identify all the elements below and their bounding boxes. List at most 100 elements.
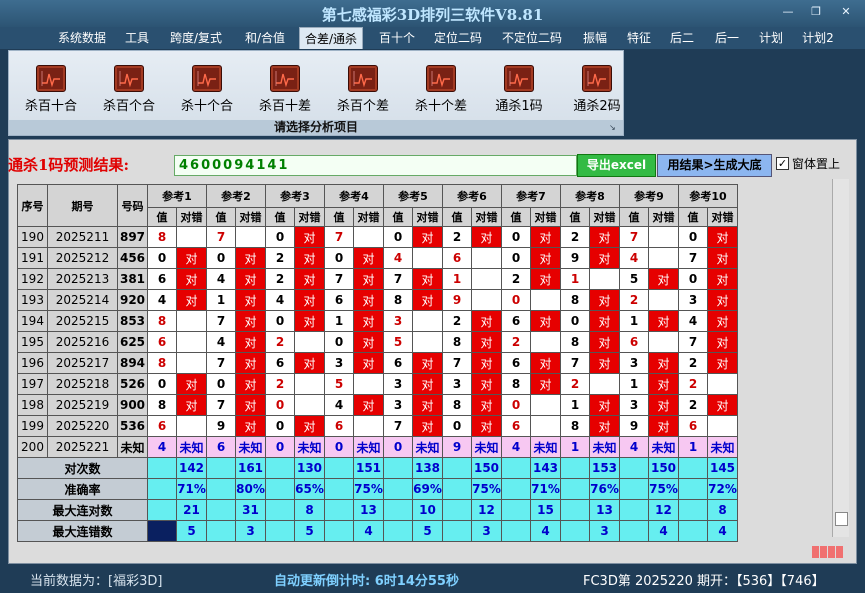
stats-value: 3 [235, 520, 266, 542]
scrollbar-thumb[interactable] [835, 512, 848, 526]
stats-spacer-cell [619, 478, 649, 500]
close-button[interactable]: ✕ [838, 5, 854, 19]
prediction-result-field[interactable]: 4600094141 [174, 155, 577, 176]
ref-value-cell: 2 [501, 331, 531, 353]
ref-value-cell: 2 [265, 373, 295, 395]
hit-cell: 对 [648, 415, 679, 437]
status-bar: 当前数据为：[福彩3D] 自动更新倒计时: 6时14分55秒 FC3D第 202… [0, 566, 865, 593]
ribbon-expand-icon[interactable]: ↘ [609, 123, 619, 133]
export-excel-button[interactable]: 导出excel [577, 154, 656, 177]
stats-spacer-cell [265, 478, 295, 500]
menu-item-13[interactable]: 计划2 [800, 27, 836, 49]
maximize-button[interactable]: ❐ [808, 5, 824, 19]
table-row-pending[interactable]: 200 2025221 未知 4 未知 6 未知 0 未知 0 未知 0 未知 9 未知 4 未知 1 未知 4 未知 1… [17, 436, 738, 458]
stats-value: 65% [294, 478, 325, 500]
ribbon-button-0[interactable]: 杀百十合 [12, 65, 90, 121]
hit-cell: 对 [530, 226, 561, 248]
row-issue: 2025221 [47, 436, 118, 458]
menu-item-10[interactable]: 后二 [669, 27, 695, 49]
ref-value-cell: 4 [619, 247, 649, 269]
ref-value-cell: 9 [619, 415, 649, 437]
ref-value-cell: 8 [560, 289, 590, 311]
table-row[interactable]: 190 2025211 897 8 7 0 对 7 0 对 2 对 0 对 2 对 7 0 对 [17, 226, 738, 248]
pin-window-checkbox[interactable]: ✓ [776, 157, 789, 170]
stats-value: 150 [471, 457, 502, 479]
hit-cell: 对 [589, 310, 620, 332]
stats-spacer-cell [324, 499, 354, 521]
ribbon-button-3[interactable]: 杀百十差 [246, 65, 324, 121]
ref-value-cell: 4 [265, 289, 295, 311]
stats-value: 10 [412, 499, 443, 521]
ref-value-cell: 9 [442, 289, 472, 311]
stats-spacer-cell [147, 499, 177, 521]
menu-item-4[interactable]: 合差/通杀 [299, 27, 363, 49]
ref-value-cell: 8 [501, 373, 531, 395]
ref-value-cell: 8 [383, 289, 413, 311]
stats-row: 准确率 71% 80% 65% 75% 69% 75% 71% 76% 75% 72% [17, 478, 738, 500]
row-seq: 199 [17, 415, 48, 437]
miss-cell [176, 310, 207, 332]
hit-cell: 对 [589, 247, 620, 269]
ref-value-cell: 2 [560, 226, 590, 248]
menu-item-6[interactable]: 定位二码 [433, 27, 483, 49]
ribbon-button-7[interactable]: 通杀2码 [558, 65, 636, 121]
menu-item-1[interactable]: 工具 [125, 27, 149, 49]
ref-value-cell: 7 [678, 247, 708, 269]
table-row[interactable]: 196 2025217 894 8 7 对 6 对 3 对 6 对 7 对 6 对 7 对 3 对 2 对 [17, 352, 738, 374]
stats-spacer-cell [678, 457, 708, 479]
menu-item-9[interactable]: 特征 [626, 27, 652, 49]
stats-spacer-cell [619, 499, 649, 521]
hit-cell: 对 [176, 394, 207, 416]
chart-icon [426, 65, 456, 92]
stats-value: 3 [589, 520, 620, 542]
table-row[interactable]: 195 2025216 625 6 4 对 2 0 对 5 8 对 2 8 对 6 7 对 [17, 331, 738, 353]
row-issue: 2025218 [47, 373, 118, 395]
menu-item-2[interactable]: 跨度/复式 [168, 27, 224, 49]
menu-item-0[interactable]: 系统数据 [57, 27, 107, 49]
generate-base-button[interactable]: 用结果>生成大底 [657, 154, 772, 177]
stats-spacer-cell [265, 520, 295, 542]
table-row[interactable]: 197 2025218 526 0 对 0 对 2 5 3 对 3 对 8 对 2 1 对 2 [17, 373, 738, 395]
stats-value: 72% [707, 478, 738, 500]
ref-value-cell: 7 [678, 331, 708, 353]
result-subheader: 对错 [530, 207, 561, 227]
table-row[interactable]: 192 2025213 381 6 对 4 对 2 对 7 对 7 对 1 2 对 1 5 对 0 对 [17, 268, 738, 290]
hit-cell: 对 [648, 310, 679, 332]
row-seq: 194 [17, 310, 48, 332]
miss-cell [530, 289, 561, 311]
hit-cell: 对 [589, 352, 620, 374]
menu-item-12[interactable]: 计划 [758, 27, 784, 49]
minimize-button[interactable]: — [780, 5, 796, 19]
pending-result-cell: 未知 [707, 436, 738, 458]
menu-item-7[interactable]: 不定位二码 [500, 27, 564, 49]
ref-value-cell: 6 [501, 415, 531, 437]
menu-item-11[interactable]: 后一 [714, 27, 740, 49]
ribbon-button-6[interactable]: 通杀1码 [480, 65, 558, 121]
table-row[interactable]: 191 2025212 456 0 对 0 对 2 对 0 对 4 6 0 对 9 对 4 7 对 [17, 247, 738, 269]
stats-value: 130 [294, 457, 325, 479]
stats-spacer-cell [501, 457, 531, 479]
miss-cell [294, 373, 325, 395]
ribbon-button-4[interactable]: 杀百个差 [324, 65, 402, 121]
ribbon-button-1[interactable]: 杀百个合 [90, 65, 168, 121]
stats-value: 142 [176, 457, 207, 479]
stats-value: 145 [707, 457, 738, 479]
table-row[interactable]: 194 2025215 853 8 7 对 0 对 1 对 3 2 对 6 对 0 对 1 对 4 对 [17, 310, 738, 332]
pin-window-label: 窗体置上 [792, 157, 841, 171]
vertical-scrollbar[interactable] [832, 179, 849, 537]
table-row[interactable]: 193 2025214 920 4 对 1 对 4 对 6 对 8 对 9 0 8 对 2 3 对 [17, 289, 738, 311]
menu-item-8[interactable]: 振幅 [582, 27, 608, 49]
menu-item-3[interactable]: 和/合值 [243, 27, 287, 49]
stats-spacer-cell [383, 457, 413, 479]
ref-value-cell: 2 [501, 268, 531, 290]
stats-value: 8 [294, 499, 325, 521]
table-row[interactable]: 199 2025220 536 6 9 对 0 对 6 7 对 0 对 6 8 对 9 对 6 [17, 415, 738, 437]
value-subheader: 值 [324, 207, 354, 227]
stats-spacer-cell [678, 499, 708, 521]
resize-grip-icon[interactable] [812, 546, 848, 560]
row-number: 853 [117, 310, 148, 332]
ribbon-button-5[interactable]: 杀十个差 [402, 65, 480, 121]
table-row[interactable]: 198 2025219 900 8 对 7 对 0 4 对 3 对 8 对 0 1 对 3 对 2 对 [17, 394, 738, 416]
ribbon-button-2[interactable]: 杀十个合 [168, 65, 246, 121]
menu-item-5[interactable]: 百十个 [378, 27, 416, 49]
